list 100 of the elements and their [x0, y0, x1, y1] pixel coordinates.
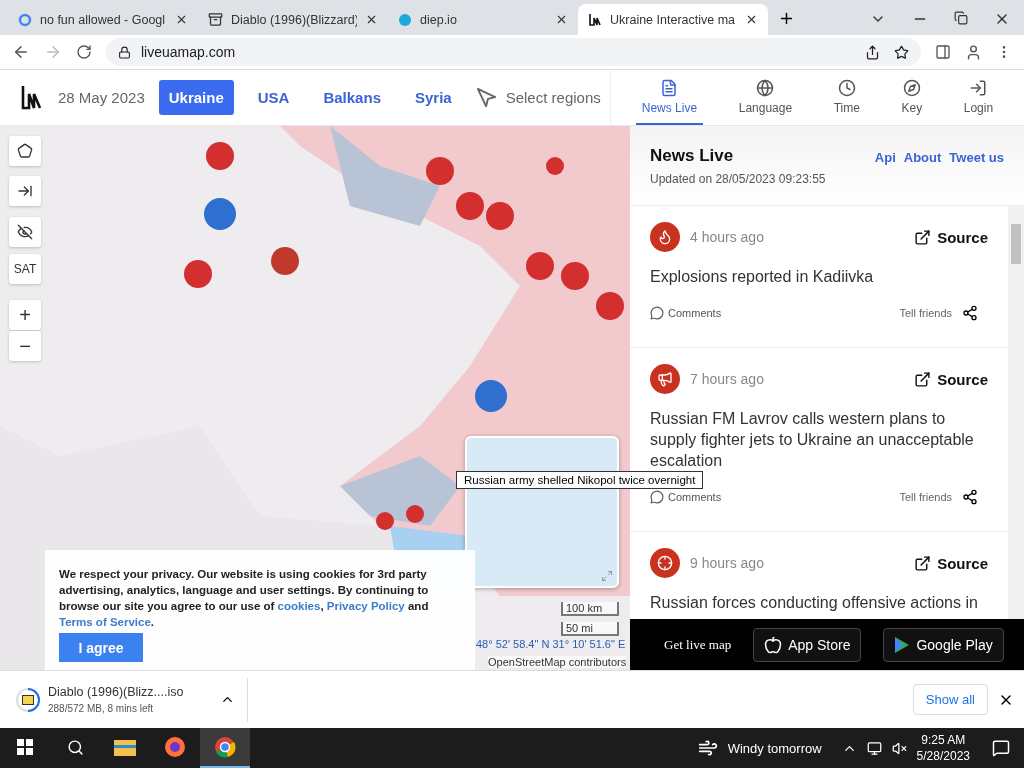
coordinates-label: 48° 52' 58.4" N 31° 10' 51.6" E [476, 638, 626, 650]
nav-tab[interactable]: Key [895, 70, 929, 125]
blob-icon [398, 12, 412, 27]
scale-label: 50 mi [561, 622, 619, 636]
search-icon [66, 738, 84, 756]
play-triangle-icon [894, 635, 911, 654]
cookie-link[interactable]: Terms of Service [59, 616, 151, 628]
star-icon[interactable] [894, 44, 909, 60]
nav-tab[interactable]: Language [732, 70, 799, 125]
news-title: Russian forces conducting offensive actions in [650, 593, 979, 613]
source-link[interactable]: Source [914, 370, 988, 388]
tell-friends-label: Tell friends [899, 491, 952, 503]
weapon-icon [657, 555, 673, 571]
show-all-button[interactable]: Show all [912, 684, 988, 715]
expand-icon [601, 570, 613, 582]
fox-globe-icon [164, 736, 186, 758]
comments-link[interactable]: Comments [650, 306, 722, 320]
nav-tab[interactable]: Time [827, 70, 866, 125]
arrow-icon [17, 183, 33, 199]
eye-off-icon [17, 224, 33, 240]
map-control[interactable] [9, 176, 41, 206]
reload-icon[interactable] [76, 44, 92, 60]
windows-logo-icon [17, 739, 33, 755]
time-label: 7 hours ago [690, 371, 764, 387]
download-size-text: 288/572 MB, 8 mins left [48, 703, 155, 714]
source-link[interactable]: Source [914, 228, 988, 246]
lock-icon [118, 45, 131, 59]
restore-icon[interactable] [954, 11, 968, 25]
region-tab[interactable]: Syria [405, 80, 462, 115]
close-icon [745, 13, 758, 26]
nav-tab[interactable]: Login [957, 70, 1000, 125]
time-label: 4 hours ago [690, 229, 764, 245]
panel-link[interactable]: Api [874, 150, 896, 165]
apple-icon [764, 635, 783, 654]
source-link[interactable]: Source [914, 554, 988, 572]
megaphone-icon [657, 371, 673, 387]
comment-icon [650, 490, 664, 504]
address-field[interactable]: liveuamap.com [106, 38, 921, 66]
region-tab[interactable]: USA [247, 80, 300, 115]
back-icon[interactable] [12, 43, 30, 61]
region-tab[interactable]: Ukraine [158, 80, 234, 115]
network-icon[interactable] [866, 740, 882, 756]
chrome-icon [214, 736, 236, 758]
weather-label[interactable]: Windy tomorrow [727, 740, 822, 756]
share-icon[interactable] [962, 489, 978, 505]
download-name: Diablo (1996)(Blizz....iso [48, 685, 185, 699]
map-control[interactable]: SAT [9, 254, 41, 284]
agree-button[interactable]: I agree [59, 633, 143, 662]
share-icon[interactable] [865, 44, 880, 60]
wind-icon [697, 738, 718, 758]
share-icon[interactable] [962, 305, 978, 321]
app-bar-label: Get live map [664, 636, 732, 653]
map-control[interactable] [9, 217, 41, 247]
comments-link[interactable]: Comments [650, 490, 722, 504]
map-control[interactable]: + [9, 300, 41, 330]
store-button[interactable]: Google Play [883, 627, 1004, 662]
language-icon [756, 78, 775, 97]
news-title: Russian FM Lavrov calls western plans to supply fighter jets to Ukraine an unacceptable escalation [650, 409, 975, 471]
close-icon [365, 13, 378, 26]
key-icon [902, 78, 921, 97]
panel-title: News Live [650, 146, 735, 166]
browser-tab[interactable]: no fun allowed - Googl [8, 4, 198, 35]
browser-tab[interactable]: Ukraine Interactive ma [578, 4, 768, 35]
mute-icon[interactable] [891, 740, 907, 756]
site-logo-icon [20, 83, 44, 112]
time-label: 9 hours ago [690, 555, 764, 571]
comment-icon [650, 306, 664, 320]
explosion-icon [657, 229, 673, 245]
browser-tab[interactable]: diep.io [388, 4, 578, 35]
external-link-icon [914, 228, 932, 246]
archive-icon [208, 12, 223, 27]
scrollbar[interactable] [1008, 206, 1024, 619]
site-logo-icon [588, 12, 602, 27]
panel-link[interactable]: About [903, 150, 942, 165]
region-tab[interactable]: Balkans [313, 80, 391, 115]
store-button[interactable]: App Store [753, 627, 862, 662]
side-panel-icon[interactable] [935, 44, 951, 60]
news-title: Explosions reported in Kadiivka [650, 267, 875, 287]
panel-link[interactable]: Tweet us [949, 150, 1004, 165]
external-link-icon [914, 370, 932, 388]
close-icon [555, 13, 568, 26]
folder-icon [114, 738, 136, 756]
map-control[interactable] [9, 136, 41, 166]
clock[interactable]: 9:25 AM 5/28/2023 [916, 732, 970, 764]
scale-label: 100 km [561, 602, 619, 616]
download-item[interactable]: Diablo (1996)(Blizz....iso 288/572 MB, 8 mins left [16, 677, 248, 722]
select-regions-link[interactable]: Select regions [475, 86, 601, 109]
profile-icon[interactable] [965, 43, 982, 61]
cookie-text: We respect your privacy. Our website is using cookies for 3rd party advertising, analytics, language and user settings. By continuing to browse our site you agree to our use of cookies, Privacy Policy and Terms of Service. [59, 567, 430, 630]
close-icon [175, 13, 188, 26]
tell-friends-label: Tell friends [899, 307, 952, 319]
notification-icon[interactable] [992, 739, 1010, 757]
taskbar-app[interactable] [200, 728, 250, 768]
attribution-text: OpenStreetMap contributors [488, 656, 627, 668]
cookie-link[interactable]: Privacy Policy [326, 600, 405, 612]
updated-label: Updated on 28/05/2023 09:23:55 [650, 172, 826, 186]
map-tooltip: Russian army shelled Nikopol twice overnight [456, 471, 704, 489]
map-control[interactable]: − [9, 331, 41, 361]
external-link-icon [914, 554, 932, 572]
new-tab-icon[interactable] [778, 10, 795, 27]
